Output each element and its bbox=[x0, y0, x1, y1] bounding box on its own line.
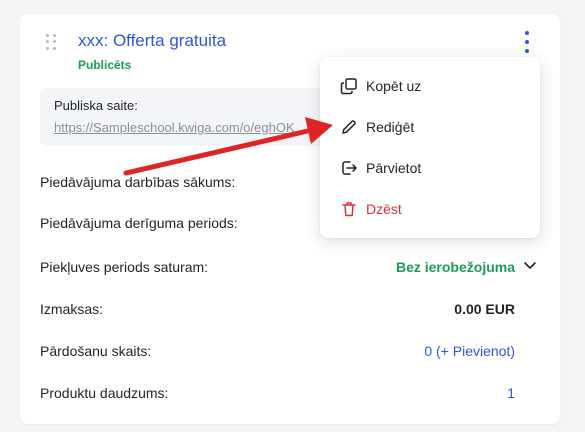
chevron-down-icon[interactable] bbox=[523, 261, 537, 271]
public-link-box bbox=[40, 88, 340, 146]
sales-count-number[interactable]: 0 bbox=[424, 343, 432, 359]
trash-icon bbox=[340, 200, 358, 218]
public-link-label: Publiska saite: bbox=[54, 98, 138, 113]
product-quantity-label: Produktu daudzums: bbox=[40, 385, 169, 401]
sales-count-label: Pārdošanu skaits: bbox=[40, 343, 152, 359]
more-options-icon[interactable] bbox=[521, 31, 533, 53]
menu-item-label: Dzēst bbox=[366, 201, 402, 217]
menu-item-delete[interactable]: Dzēst bbox=[320, 192, 540, 226]
cost-value: 0.00 EUR bbox=[454, 301, 515, 317]
move-icon bbox=[340, 159, 358, 177]
access-period-value[interactable]: Bez ierobežojuma bbox=[396, 259, 515, 275]
add-sale-link[interactable]: (+ Pievienot) bbox=[436, 343, 515, 359]
actions-menu: Kopēt uz Rediģēt Pārvietot Dzēst bbox=[320, 57, 540, 238]
copy-icon bbox=[340, 77, 358, 95]
status-badge: Publicēts bbox=[78, 58, 132, 72]
cost-label: Izmaksas: bbox=[40, 301, 104, 317]
product-quantity-value[interactable]: 1 bbox=[507, 385, 515, 401]
menu-item-edit[interactable]: Rediģēt bbox=[320, 110, 540, 144]
menu-item-label: Pārvietot bbox=[366, 160, 422, 176]
pencil-icon bbox=[340, 118, 358, 136]
menu-item-copy[interactable]: Kopēt uz bbox=[320, 69, 540, 103]
menu-item-label: Rediģēt bbox=[366, 119, 415, 135]
access-period-label: Piekļuves periods saturam: bbox=[40, 259, 209, 275]
sales-count-value: 0 (+ Pievienot) bbox=[424, 343, 515, 359]
public-link-url[interactable]: https://Sampleschool.kwiga.com/o/eghOK bbox=[54, 120, 324, 135]
menu-item-move[interactable]: Pārvietot bbox=[320, 151, 540, 185]
menu-item-label: Kopēt uz bbox=[366, 78, 422, 94]
start-date-label: Piedāvājuma darbības sākums: bbox=[40, 174, 236, 190]
validity-period-label: Piedāvājuma derīguma periods: bbox=[40, 215, 238, 231]
drag-handle-icon[interactable] bbox=[46, 34, 56, 50]
offer-title[interactable]: xxx: Offerta gratuita bbox=[78, 31, 226, 51]
